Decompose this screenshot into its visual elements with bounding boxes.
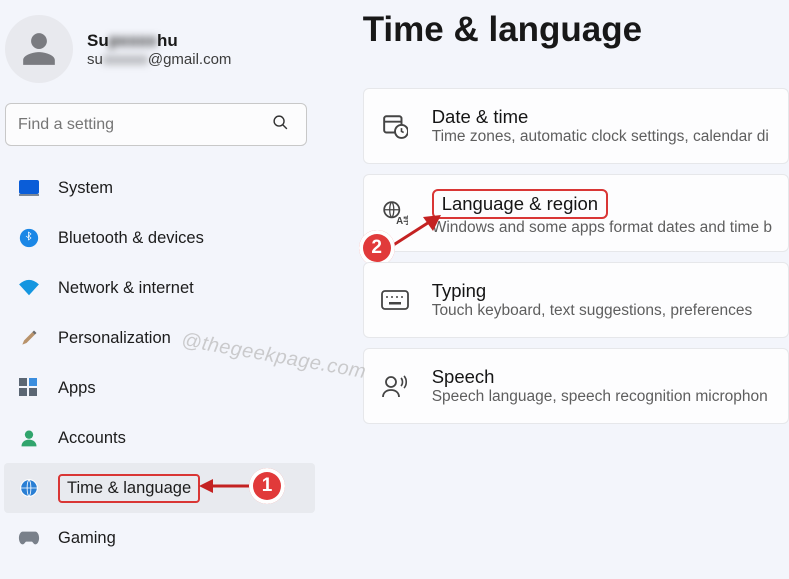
wifi-icon (18, 277, 40, 299)
main-panel: Time & language Date & time Time zones, … (319, 0, 789, 579)
search-container (0, 93, 319, 161)
card-title: Language & region (432, 189, 608, 219)
card-subtitle: Touch keyboard, text suggestions, prefer… (432, 302, 753, 320)
card-subtitle: Time zones, automatic clock settings, ca… (432, 128, 769, 146)
gamepad-icon (18, 527, 40, 549)
globe-clock-icon (18, 477, 40, 499)
keyboard-icon (380, 290, 410, 310)
brush-icon (18, 327, 40, 349)
apps-icon (18, 377, 40, 399)
card-subtitle: Speech language, speech recognition micr… (432, 388, 768, 406)
sidebar-item-bluetooth[interactable]: Bluetooth & devices (4, 213, 315, 263)
page-title: Time & language (363, 10, 789, 50)
sidebar-item-network[interactable]: Network & internet (4, 263, 315, 313)
card-speech[interactable]: Speech Speech language, speech recogniti… (363, 348, 789, 424)
sidebar-item-personalization[interactable]: Personalization (4, 313, 315, 363)
sidebar-item-label: Personalization (58, 329, 171, 348)
sidebar-item-accounts[interactable]: Accounts (4, 413, 315, 463)
calendar-clock-icon (380, 113, 410, 139)
search-input[interactable] (5, 103, 307, 146)
user-name-prefix: Su (87, 31, 109, 50)
sidebar-item-label: Time & language (58, 474, 200, 503)
sidebar-item-system[interactable]: System (4, 163, 315, 213)
sidebar-item-label: System (58, 179, 113, 198)
user-email-prefix: su (87, 51, 103, 68)
profile-section: Supxxxxhu suxxxxxx@gmail.com (0, 15, 319, 93)
card-date-time[interactable]: Date & time Time zones, automatic clock … (363, 88, 789, 164)
sidebar-item-apps[interactable]: Apps (4, 363, 315, 413)
sidebar-item-label: Gaming (58, 529, 116, 548)
user-email-blur: xxxxxx (103, 51, 148, 68)
user-email-suffix: @gmail.com (148, 51, 232, 68)
card-title: Date & time (432, 106, 769, 128)
user-name-blur: pxxxx (109, 31, 157, 51)
sidebar-item-gaming[interactable]: Gaming (4, 513, 315, 563)
nav-list: System Bluetooth & devices Network & int… (0, 161, 319, 563)
card-title: Typing (432, 280, 753, 302)
card-title: Speech (432, 366, 768, 388)
sidebar: Supxxxxhu suxxxxxx@gmail.com System Blu (0, 0, 319, 579)
sidebar-item-label: Bluetooth & devices (58, 229, 204, 248)
user-email: suxxxxxx@gmail.com (87, 51, 231, 68)
annotation-marker-1: 1 (249, 468, 285, 504)
avatar (5, 15, 73, 83)
annotation-marker-2: 2 (359, 230, 395, 266)
sidebar-item-label: Accounts (58, 429, 126, 448)
user-info: Supxxxxhu suxxxxxx@gmail.com (87, 31, 231, 68)
card-subtitle: Windows and some apps format dates and t… (432, 219, 772, 237)
user-name-suffix: hu (157, 31, 178, 50)
search-icon[interactable] (272, 114, 289, 136)
sidebar-item-label: Apps (58, 379, 96, 398)
card-language-region[interactable]: A字 Language & region Windows and some ap… (363, 174, 789, 252)
user-name: Supxxxxhu (87, 31, 231, 51)
sidebar-item-label: Network & internet (58, 279, 194, 298)
bluetooth-icon (18, 227, 40, 249)
person-icon (18, 427, 40, 449)
monitor-icon (18, 177, 40, 199)
speech-icon (380, 373, 410, 399)
sidebar-item-time-language[interactable]: Time & language 1 (4, 463, 315, 513)
card-typing[interactable]: Typing Touch keyboard, text suggestions,… (363, 262, 789, 338)
